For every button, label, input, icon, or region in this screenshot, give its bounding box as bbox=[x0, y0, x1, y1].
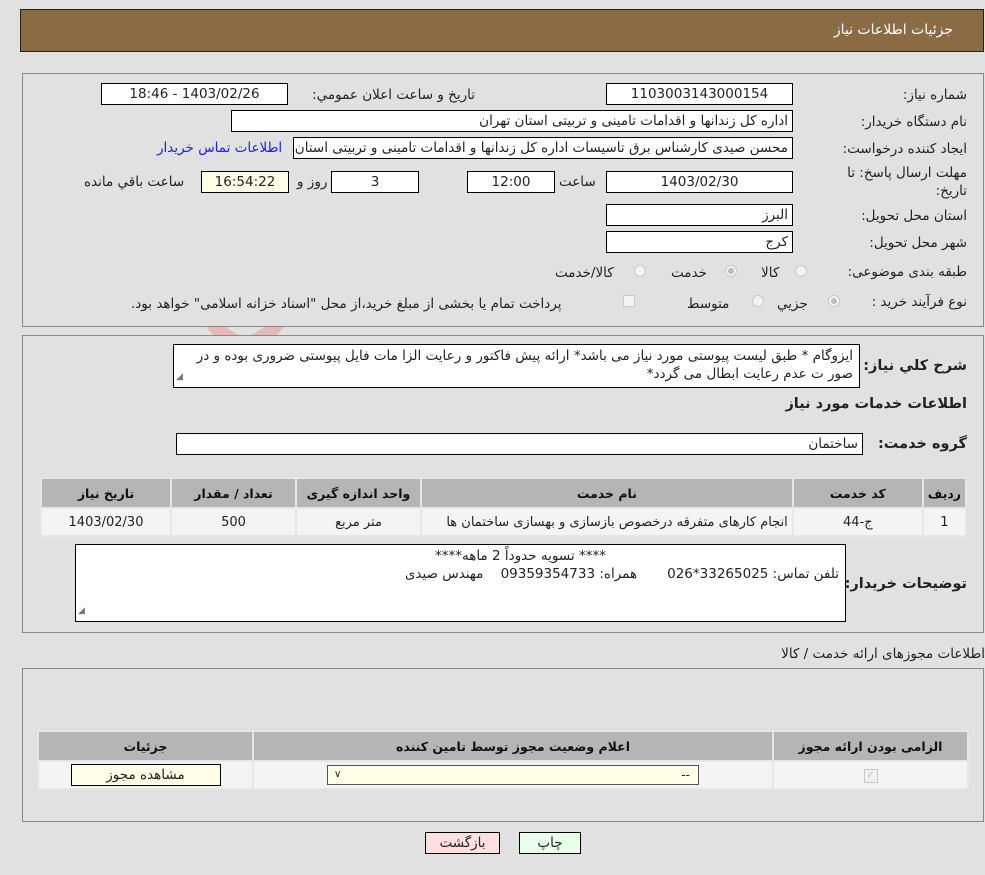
service-group-label: گروه خدمت: bbox=[877, 436, 967, 452]
cell-code: ج-44 bbox=[791, 507, 924, 537]
table-row: 1 ج-44 انجام کارهای متفرقه درخصوص بازساز… bbox=[40, 507, 968, 537]
buyer-org-field: اداره کل زندانها و اقدامات تامینی و تربی… bbox=[231, 110, 793, 132]
cell-name: انجام کارهای متفرقه درخصوص بازسازی و بهس… bbox=[420, 507, 794, 537]
buyer-notes-label: توضیحات خریدار: bbox=[844, 576, 967, 592]
announce-label: تاریخ و ساعت اعلان عمومي: bbox=[312, 87, 475, 103]
description-textarea[interactable]: ایزوگام * طبق لیست پیوستی مورد نیاز می ب… bbox=[173, 344, 860, 388]
deadline-time-field: 12:00 bbox=[467, 171, 555, 193]
page-title: جزئیات اطلاعات نیاز bbox=[833, 22, 953, 38]
city-label: شهر محل تحویل: bbox=[869, 235, 967, 251]
creator-field: محسن صیدی کارشناس برق تاسیسات اداره کل ز… bbox=[293, 137, 793, 159]
days-label: روز و bbox=[297, 174, 328, 190]
col-details: جزئیات bbox=[37, 730, 254, 762]
col-name: نام خدمت bbox=[420, 477, 794, 509]
announce-field: 1403/02/26 - 18:46 bbox=[101, 83, 288, 105]
permit-status-select[interactable]: -- ∨ bbox=[327, 765, 699, 785]
resize-handle-icon[interactable]: ◢ bbox=[78, 602, 85, 620]
permit-status-value: -- bbox=[681, 768, 690, 782]
buyer-notes-line-1: **** تسویه حدوداً 2 ماهه**** bbox=[435, 548, 606, 564]
process-radio-medium[interactable] bbox=[752, 295, 764, 307]
province-label: استان محل تحویل: bbox=[861, 208, 967, 224]
category-radio-goods-service[interactable] bbox=[634, 265, 646, 277]
process-label: نوع فرآیند خرید : bbox=[871, 294, 967, 310]
creator-label: ایجاد کننده درخواست: bbox=[842, 141, 967, 157]
buyer-notes-line-2: تلفن تماس: 33265025*026 همراه: 093593547… bbox=[404, 566, 839, 582]
remaining-time-field: 16:54:22 bbox=[201, 171, 289, 193]
deadline-label-1: مهلت ارسال پاسخ: تا bbox=[847, 165, 967, 181]
process-option-minor: جزيي bbox=[777, 296, 808, 312]
buyer-org-label: نام دستگاه خريدار: bbox=[860, 114, 967, 130]
col-status: اعلام وضعیت مجوز توسط تامین کننده bbox=[252, 730, 774, 762]
buyer-notes-textarea[interactable]: **** تسویه حدوداً 2 ماهه**** تلفن تماس: … bbox=[75, 544, 846, 622]
cell-unit: متر مربع bbox=[295, 507, 422, 537]
services-table-header: ردیف کد خدمت نام خدمت واحد اندازه گیری ت… bbox=[40, 477, 968, 509]
time-label: ساعت bbox=[559, 174, 596, 190]
category-option-goods: کالا bbox=[761, 265, 780, 281]
services-section-title: اطلاعات خدمات مورد نیاز bbox=[785, 396, 967, 412]
remaining-label: ساعت باقي مانده bbox=[84, 174, 185, 190]
need-number-field: 1103003143000154 bbox=[606, 83, 793, 105]
col-date: تاریخ نیاز bbox=[40, 477, 172, 509]
treasury-checkbox[interactable] bbox=[623, 295, 635, 307]
process-option-medium: متوسط bbox=[687, 296, 730, 312]
category-radio-service[interactable] bbox=[725, 265, 737, 277]
back-button[interactable]: بازگشت bbox=[425, 832, 500, 854]
cell-qty: 500 bbox=[170, 507, 297, 537]
col-required: الزامی بودن ارائه مجوز bbox=[772, 730, 969, 762]
permits-table: الزامی بودن ارائه مجوز اعلام وضعیت مجوز … bbox=[37, 730, 969, 790]
col-row: ردیف bbox=[921, 477, 968, 509]
description-text: ایزوگام * طبق لیست پیوستی مورد نیاز می ب… bbox=[196, 348, 853, 382]
permits-section-title: اطلاعات مجوزهای ارائه خدمت / کالا bbox=[781, 646, 985, 662]
service-group-field: ساختمان bbox=[176, 433, 863, 455]
chevron-down-icon: ∨ bbox=[334, 769, 342, 780]
deadline-date-field: 1403/02/30 bbox=[606, 171, 793, 193]
col-qty: تعداد / مقدار bbox=[170, 477, 297, 509]
process-radio-minor[interactable] bbox=[828, 295, 840, 307]
cell-date: 1403/02/30 bbox=[40, 507, 172, 537]
need-number-label: شماره نیاز: bbox=[902, 87, 967, 103]
page-header: جزئیات اطلاعات نیاز bbox=[20, 9, 984, 52]
cell-status: -- ∨ bbox=[252, 760, 774, 790]
cell-details: مشاهده مجوز bbox=[37, 760, 254, 790]
col-code: کد خدمت bbox=[791, 477, 924, 509]
category-option-goods-service: کالا/خدمت bbox=[555, 265, 614, 281]
category-label: طبقه بندی موضوعی: bbox=[847, 264, 967, 280]
permits-table-header: الزامی بودن ارائه مجوز اعلام وضعیت مجوز … bbox=[37, 730, 969, 762]
deadline-label-2: تاریخ: bbox=[935, 183, 967, 199]
table-row: ✓ -- ∨ مشاهده مجوز bbox=[37, 760, 969, 790]
category-radio-goods[interactable] bbox=[795, 265, 807, 277]
cell-row: 1 bbox=[921, 507, 968, 537]
print-button[interactable]: چاپ bbox=[519, 832, 581, 854]
required-checkbox[interactable]: ✓ bbox=[863, 769, 878, 783]
description-label: شرح کلي نياز: bbox=[863, 358, 967, 374]
buyer-contact-link[interactable]: اطلاعات تماس خریدار bbox=[157, 140, 282, 156]
col-unit: واحد اندازه گیری bbox=[295, 477, 422, 509]
city-field: کرج bbox=[606, 231, 793, 253]
treasury-note: پرداخت تمام یا بخشی از مبلغ خرید،از محل … bbox=[131, 296, 562, 312]
province-field: البرز bbox=[606, 204, 793, 226]
view-permit-button[interactable]: مشاهده مجوز bbox=[70, 764, 221, 786]
resize-handle-icon[interactable]: ◢ bbox=[176, 368, 183, 386]
services-table: ردیف کد خدمت نام خدمت واحد اندازه گیری ت… bbox=[40, 477, 968, 537]
category-option-service: خدمت bbox=[671, 265, 707, 281]
days-field: 3 bbox=[331, 171, 419, 193]
cell-required: ✓ bbox=[772, 760, 969, 790]
